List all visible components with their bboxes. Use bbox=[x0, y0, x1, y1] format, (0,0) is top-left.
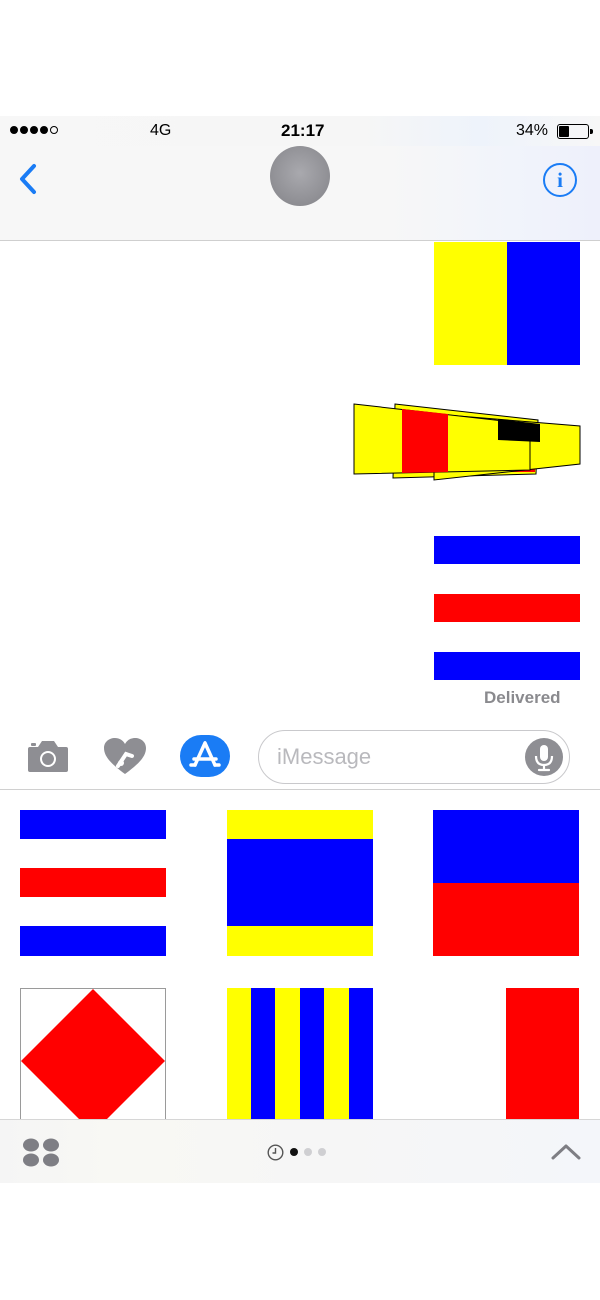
message-thread[interactable]: Delivered bbox=[0, 242, 600, 722]
battery-icon bbox=[557, 124, 593, 139]
battery-level-fill bbox=[559, 126, 570, 137]
sticker-drawer[interactable] bbox=[0, 791, 600, 1119]
sticker-message-stripes[interactable] bbox=[434, 536, 580, 680]
app-store-button[interactable] bbox=[180, 735, 230, 777]
clock-icon[interactable] bbox=[267, 1143, 284, 1161]
status-bar: 4G 21:17 34% bbox=[0, 116, 600, 146]
flag-blue-half bbox=[507, 242, 580, 365]
status-time: 21:17 bbox=[281, 121, 325, 140]
sticker-message-pennants[interactable] bbox=[350, 402, 582, 484]
compose-bar bbox=[0, 722, 600, 790]
imessage-field[interactable] bbox=[258, 730, 570, 784]
chevron-up-icon bbox=[551, 1144, 581, 1160]
network-type: 4G bbox=[150, 122, 172, 139]
digital-touch-button[interactable] bbox=[102, 736, 148, 776]
heart-touch-icon bbox=[104, 738, 146, 774]
dictation-button[interactable] bbox=[525, 738, 563, 776]
back-button[interactable] bbox=[14, 162, 44, 196]
imessage-input[interactable] bbox=[277, 741, 517, 773]
sticker-message-yellow-blue[interactable] bbox=[434, 242, 580, 365]
sticker-blue-red-stripes[interactable] bbox=[20, 810, 166, 956]
conversation-header: i bbox=[0, 146, 600, 241]
battery-percentage: 34% bbox=[516, 122, 549, 139]
camera-button[interactable] bbox=[26, 738, 70, 774]
sticker-blue-over-red[interactable] bbox=[433, 810, 579, 956]
sticker-red-half[interactable] bbox=[433, 988, 579, 1119]
contact-avatar[interactable] bbox=[270, 146, 330, 206]
delivered-status: Delivered bbox=[484, 688, 561, 707]
chevron-left-icon bbox=[20, 164, 36, 194]
app-drawer-button[interactable] bbox=[22, 1137, 60, 1167]
app-drawer-bar bbox=[0, 1119, 600, 1183]
stripe-blue-top bbox=[434, 536, 580, 564]
app-drawer-icon bbox=[23, 1138, 59, 1167]
page-dot-2[interactable] bbox=[304, 1148, 312, 1156]
sticker-yellow-blue-vertical[interactable] bbox=[227, 988, 373, 1119]
camera-icon bbox=[28, 741, 68, 772]
pennant-front-red-band bbox=[402, 409, 448, 473]
page-dot-3[interactable] bbox=[318, 1148, 326, 1156]
sticker-red-diamond[interactable] bbox=[20, 988, 166, 1119]
microphone-icon bbox=[534, 745, 554, 772]
info-button[interactable]: i bbox=[543, 163, 577, 197]
expand-drawer-button[interactable] bbox=[549, 1140, 583, 1164]
signal-strength-icon bbox=[10, 126, 58, 134]
info-icon: i bbox=[557, 168, 563, 192]
flag-yellow-half bbox=[434, 242, 507, 365]
app-store-icon bbox=[180, 735, 230, 777]
sticker-yellow-blue-yellow[interactable] bbox=[227, 810, 373, 956]
stripe-blue-bottom bbox=[434, 652, 580, 680]
stripe-red-middle bbox=[434, 594, 580, 622]
page-dot-1[interactable] bbox=[290, 1148, 298, 1156]
page-indicator[interactable] bbox=[267, 1143, 326, 1161]
